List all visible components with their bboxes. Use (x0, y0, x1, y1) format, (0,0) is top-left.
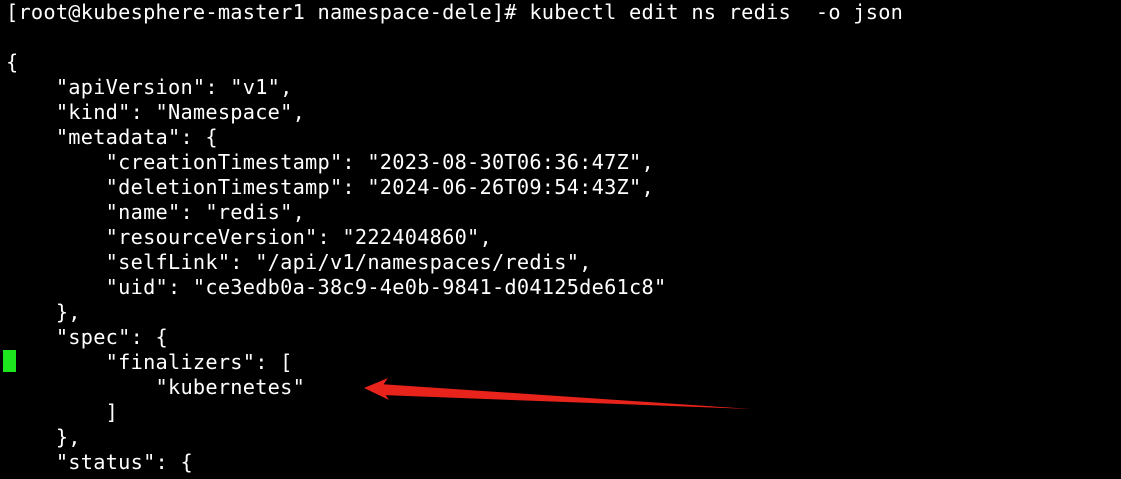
arrow-shaft (380, 384, 751, 409)
terminal-window[interactable]: [root@kubesphere-master1 namespace-dele]… (0, 0, 1121, 479)
annotation-arrow-icon (364, 378, 751, 409)
